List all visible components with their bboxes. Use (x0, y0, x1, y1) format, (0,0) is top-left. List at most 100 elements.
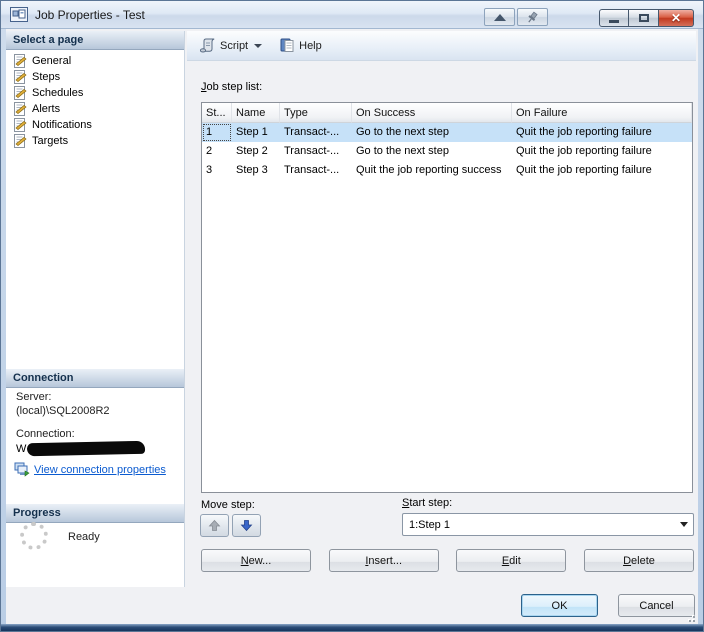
cell-step: 2 (206, 145, 213, 157)
resize-grip[interactable] (683, 610, 695, 622)
connection-header: Connection (6, 369, 184, 388)
page-list: General Steps Schedules Alerts Notificat… (6, 53, 184, 149)
dropdown-arrow-area[interactable] (675, 514, 693, 535)
server-label: Server: (16, 391, 52, 403)
toolbar: Script Help (187, 31, 696, 61)
start-step-value: 1:Step 1 (409, 518, 450, 531)
column-header-step[interactable]: St... (202, 103, 232, 123)
job-step-grid: St... Name Type On Success On Failure 1 … (201, 102, 693, 493)
connection-value-prefix: W (16, 442, 27, 455)
cell-on-success: Go to the next step (356, 145, 449, 157)
step-action-buttons: New... Insert... Edit Delete (201, 549, 694, 572)
server-value: (local)\SQL2008R2 (16, 405, 110, 417)
connection-value: W (16, 440, 146, 457)
script-button[interactable]: Script (196, 36, 272, 55)
help-button[interactable]: Help (276, 36, 326, 55)
close-icon: ✕ (670, 11, 682, 25)
column-header-on-failure[interactable]: On Failure (512, 103, 692, 123)
connection-properties-icon (14, 462, 30, 477)
script-icon (200, 38, 215, 53)
column-header-on-success[interactable]: On Success (352, 103, 512, 123)
start-step-dropdown[interactable]: 1:Step 1 (402, 513, 694, 536)
page-icon (14, 102, 27, 116)
help-icon (280, 38, 294, 52)
column-header-name[interactable]: Name (232, 103, 280, 123)
grid-header-row: St... Name Type On Success On Failure (202, 103, 692, 123)
cell-name: Step 3 (236, 164, 268, 176)
edit-button[interactable]: Edit (456, 549, 567, 572)
progress-header: Progress (6, 504, 184, 523)
table-row[interactable]: 1 Step 1 Transact-... Go to the next ste… (202, 123, 692, 142)
maximize-icon (638, 14, 649, 22)
pin-icon (528, 11, 538, 22)
arrow-up-icon (208, 519, 221, 531)
window-controls: ✕ (599, 9, 694, 27)
arrow-down-icon (240, 520, 253, 532)
move-step-label: Move step: (201, 499, 255, 511)
window-title: Job Properties - Test (35, 7, 145, 22)
sidebar-item-alerts[interactable]: Alerts (6, 101, 184, 117)
sidebar-item-label: General (32, 55, 72, 67)
sidebar-item-label: Alerts (32, 103, 61, 115)
table-row[interactable]: 3 Step 3 Transact-... Quit the job repor… (202, 161, 692, 180)
titlebar[interactable]: Job Properties - Test ✕ (1, 1, 703, 29)
move-step-down-button[interactable] (232, 514, 261, 537)
connection-label: Connection: (16, 428, 75, 440)
cell-type: Transact-... (284, 164, 340, 176)
cell-on-success: Go to the next step (356, 126, 449, 138)
cell-on-failure: Quit the job reporting failure (516, 145, 652, 157)
sidebar-item-general[interactable]: General (6, 53, 184, 69)
start-step-label: Start step: (402, 497, 453, 509)
sidebar: Select a page General Steps Schedules Al… (6, 31, 185, 587)
sidebar-item-label: Schedules (32, 87, 84, 99)
main-panel: Script Help Job step list: St... Name Ty… (187, 31, 696, 622)
sidebar-item-label: Steps (32, 71, 61, 83)
sidebar-item-label: Notifications (32, 119, 92, 131)
script-label: Script (220, 39, 249, 52)
cell-on-failure: Quit the job reporting failure (516, 164, 652, 176)
sidebar-item-targets[interactable]: Targets (6, 133, 184, 149)
cell-on-success: Quit the job reporting success (356, 164, 502, 176)
collapse-panel-button[interactable] (484, 8, 515, 26)
job-step-list-label: Job step list: (201, 81, 263, 93)
select-a-page-header: Select a page (6, 31, 184, 50)
cell-type: Transact-... (284, 126, 340, 138)
sidebar-item-schedules[interactable]: Schedules (6, 85, 184, 101)
move-step-up-button[interactable] (200, 514, 229, 537)
chevron-down-icon (680, 522, 688, 527)
delete-button[interactable]: Delete (583, 549, 694, 572)
table-row[interactable]: 2 Step 2 Transact-... Go to the next ste… (202, 142, 692, 161)
ok-button[interactable]: OK (521, 594, 598, 617)
page-icon (14, 70, 27, 84)
new-button[interactable]: New... (201, 549, 311, 572)
redacted-connection-value (27, 440, 146, 457)
link-label: View connection properties (34, 463, 166, 476)
sidebar-item-notifications[interactable]: Notifications (6, 117, 184, 133)
progress-spinner-icon (20, 522, 48, 550)
cell-type: Transact-... (284, 145, 340, 157)
job-properties-icon (10, 7, 28, 22)
minimize-icon (609, 20, 619, 23)
chevron-up-icon (493, 13, 506, 21)
cell-step: 3 (206, 164, 213, 176)
view-connection-properties-link[interactable]: View connection properties (14, 462, 166, 477)
window-bottom-border (1, 624, 703, 631)
cell-step: 1 (202, 123, 232, 142)
cell-on-failure: Quit the job reporting failure (516, 126, 652, 138)
job-properties-window: Job Properties - Test ✕ Select a page Ge… (0, 0, 704, 632)
insert-button[interactable]: Insert... (328, 549, 439, 572)
pin-button[interactable] (517, 8, 548, 26)
close-button[interactable]: ✕ (659, 9, 694, 27)
help-label: Help (299, 39, 322, 52)
page-icon (14, 134, 27, 148)
maximize-button[interactable] (629, 9, 659, 27)
page-icon (14, 118, 27, 132)
sidebar-item-label: Targets (32, 135, 69, 147)
chevron-down-icon (254, 43, 263, 48)
sidebar-item-steps[interactable]: Steps (6, 69, 184, 85)
minimize-button[interactable] (599, 9, 629, 27)
page-icon (14, 54, 27, 68)
cell-name: Step 1 (236, 126, 268, 138)
column-header-type[interactable]: Type (280, 103, 352, 123)
page-icon (14, 86, 27, 100)
